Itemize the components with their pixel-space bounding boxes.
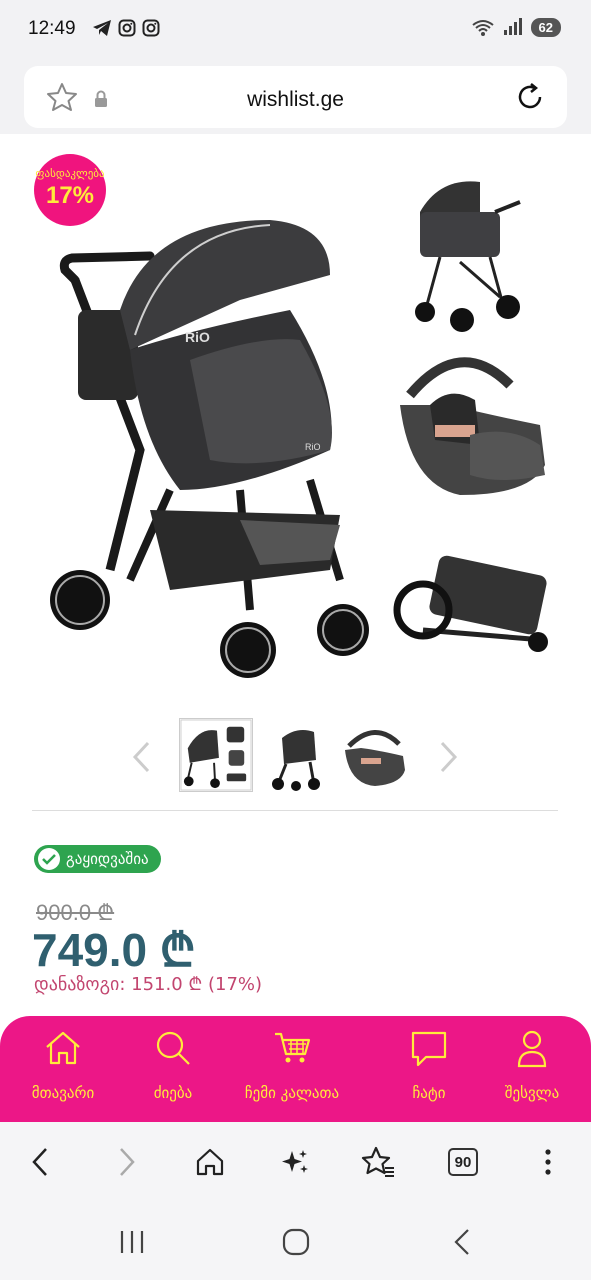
tab-count: 90: [448, 1148, 478, 1176]
savings-label: დანაზოგი:: [34, 974, 126, 995]
telegram-icon: [93, 20, 111, 36]
nav-item-chat[interactable]: ჩატი: [370, 1016, 488, 1122]
status-time: 12:49: [28, 18, 76, 39]
chat-icon: [411, 1031, 447, 1067]
gallery-image-folded[interactable]: [393, 550, 553, 660]
nav-item-search[interactable]: ძიება: [114, 1016, 232, 1122]
site-bottom-nav: მთავარი ძიება ჩემი კალათა ჩატი შესვლა: [0, 1016, 591, 1122]
brand-logo-text: RiO: [305, 442, 321, 452]
check-icon: [38, 848, 60, 870]
home-button[interactable]: [190, 1142, 230, 1182]
divider: [32, 810, 558, 811]
thumbnail-3[interactable]: [337, 718, 411, 792]
discount-label: ფასდაკლება: [35, 167, 105, 180]
thumbnail-1[interactable]: [179, 718, 253, 792]
instagram-icon: [118, 19, 136, 37]
back-arrow-icon: [454, 1229, 469, 1255]
thumbnail-strip: [0, 716, 591, 796]
sparkle-icon: [282, 1150, 308, 1173]
browser-toolbar: 90: [0, 1122, 591, 1202]
ai-assistant-button[interactable]: [275, 1142, 315, 1182]
wifi-icon: [471, 20, 494, 36]
battery-indicator: 62: [530, 17, 561, 37]
signal-icon: [503, 18, 522, 35]
gallery-image-carrycot[interactable]: [410, 172, 530, 337]
nav-label: შესვლა: [504, 1084, 560, 1102]
stock-status-text: გაყიდვაშია: [66, 850, 149, 868]
brand-logo-text: RiO: [185, 329, 210, 345]
status-bar: 12:49 62: [0, 0, 591, 60]
address-bar[interactable]: wishlist.ge: [24, 66, 567, 128]
nav-item-login[interactable]: შესვლა: [473, 1016, 591, 1122]
more-vertical-icon: [545, 1149, 551, 1175]
system-nav-bar: [0, 1202, 591, 1280]
nav-item-home[interactable]: მთავარი: [4, 1016, 122, 1122]
nav-item-cart[interactable]: ჩემი კალათა: [228, 1016, 356, 1122]
search-icon: [156, 1031, 190, 1065]
nav-label: ძიება: [153, 1084, 193, 1102]
product-main-image[interactable]: RiO RiO: [40, 160, 380, 690]
savings-value: 151.0 ₾ (17%): [131, 974, 263, 995]
home-icon: [46, 1031, 80, 1065]
recent-apps-button[interactable]: [112, 1224, 152, 1260]
savings-info: დანაზოგი: 151.0 ₾ (17%): [34, 972, 262, 996]
nav-label: მთავარი: [31, 1084, 95, 1102]
chevron-left-icon[interactable]: [130, 740, 154, 774]
menu-button[interactable]: [528, 1142, 568, 1182]
back-button[interactable]: [20, 1142, 60, 1182]
gallery-image-car-seat[interactable]: [390, 345, 550, 510]
reload-icon[interactable]: [515, 82, 545, 112]
home-circle-icon: [282, 1228, 310, 1256]
discount-percent: 17%: [45, 182, 95, 209]
nav-label: ჩატი: [412, 1084, 446, 1102]
chevron-left-icon: [32, 1148, 47, 1176]
nav-label: ჩემი კალათა: [244, 1084, 340, 1102]
browser-address-area: wishlist.ge: [0, 60, 591, 134]
thumbnail-2[interactable]: [262, 718, 336, 792]
tabs-button[interactable]: 90: [443, 1142, 483, 1182]
recent-apps-icon: [120, 1231, 144, 1253]
discount-badge: ფასდაკლება 17%: [34, 154, 106, 226]
cart-icon: [275, 1032, 311, 1063]
user-icon: [517, 1030, 547, 1068]
stock-status-badge: გაყიდვაშია: [34, 845, 161, 873]
bookmark-star-icon: [361, 1146, 394, 1177]
system-status: 62: [471, 17, 561, 37]
home-icon: [196, 1148, 224, 1176]
url-text[interactable]: wishlist.ge: [24, 88, 567, 112]
system-home-button[interactable]: [276, 1224, 316, 1260]
system-back-button[interactable]: [442, 1224, 482, 1260]
current-price: 749.0 ₾: [32, 924, 196, 976]
chevron-right-icon: [120, 1148, 135, 1176]
forward-button[interactable]: [107, 1142, 147, 1182]
bookmarks-button[interactable]: [358, 1142, 398, 1182]
chevron-right-icon[interactable]: [436, 740, 460, 774]
notification-icons: [92, 19, 160, 37]
instagram-icon: [142, 19, 160, 37]
